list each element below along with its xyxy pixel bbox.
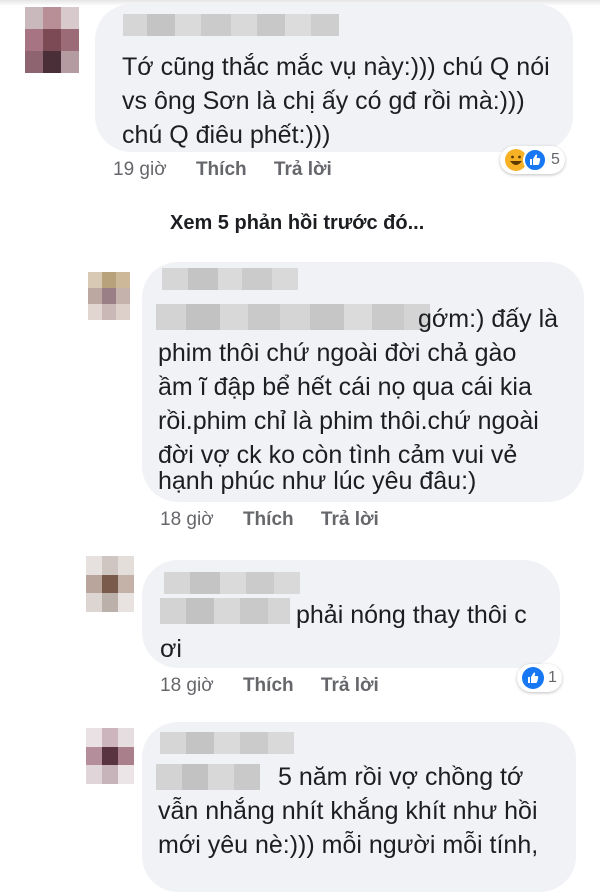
author-name-blurred[interactable] bbox=[164, 572, 300, 594]
reply-meta: 18 giờ Thích Trả lời bbox=[160, 509, 379, 531]
reply-text-line: phim thôi chứ ngoài đời chả gào bbox=[158, 339, 517, 367]
reply-text-line: vẫn nhắng nhít khắng khít như hồi bbox=[158, 797, 538, 825]
like-button[interactable]: Thích bbox=[243, 509, 294, 530]
reaction-count: 1 bbox=[548, 669, 557, 686]
reply-text-line: mới yêu nè:))) mỗi người mỗi tính, bbox=[158, 831, 539, 859]
like-reaction-icon bbox=[523, 148, 547, 172]
reaction-summary[interactable]: 5 bbox=[500, 146, 565, 174]
comment-text-line: chú Q điêu phết:))) bbox=[122, 121, 331, 149]
author-name-blurred[interactable] bbox=[162, 268, 298, 290]
reply-text-line: hạnh phúc như lúc yêu đâu:) bbox=[158, 467, 477, 495]
avatar[interactable] bbox=[86, 728, 134, 784]
reply-meta: 18 giờ Thích Trả lời bbox=[160, 675, 379, 697]
reply-text-line: ơi bbox=[160, 635, 182, 663]
reaction-count: 5 bbox=[551, 151, 560, 168]
reply-button[interactable]: Trả lời bbox=[321, 509, 379, 530]
like-reaction-icon bbox=[522, 667, 544, 689]
like-button[interactable]: Thích bbox=[196, 159, 247, 180]
reaction-summary[interactable]: 1 bbox=[517, 664, 562, 692]
reply-button[interactable]: Trả lời bbox=[321, 675, 379, 696]
author-name-blurred[interactable] bbox=[123, 14, 339, 36]
reply-text-line: 5 năm rồi vợ chồng tớ bbox=[278, 763, 524, 791]
reply-time[interactable]: 18 giờ bbox=[160, 509, 214, 530]
comment-meta: 19 giờ Thích Trả lời bbox=[113, 159, 332, 181]
comment-time[interactable]: 19 giờ bbox=[113, 159, 167, 180]
reply-text-line: ầm ĩ đập bể hết cái nọ qua cái kia bbox=[158, 373, 532, 401]
reply-button[interactable]: Trả lời bbox=[274, 159, 332, 180]
like-button[interactable]: Thích bbox=[243, 675, 294, 696]
view-previous-replies-link[interactable]: Xem 5 phản hồi trước đó... bbox=[170, 212, 424, 235]
comment-text-line: Tớ cũng thắc mắc vụ này:))) chú Q nói bbox=[122, 53, 550, 81]
blurred-text bbox=[156, 764, 260, 790]
blurred-text bbox=[156, 304, 430, 330]
comment-text-line: vs ông Sơn là chị ấy có gđ rồi mà:))) bbox=[122, 87, 525, 115]
reply-text-line: phải nóng thay thôi c bbox=[296, 601, 527, 629]
avatar[interactable] bbox=[88, 272, 130, 320]
avatar[interactable] bbox=[25, 7, 79, 73]
author-name-blurred[interactable] bbox=[160, 732, 294, 754]
reply-time[interactable]: 18 giờ bbox=[160, 675, 214, 696]
avatar[interactable] bbox=[86, 556, 134, 612]
blurred-text bbox=[160, 598, 290, 624]
reply-text-line: rồi.phim chỉ là phim thôi.chứ ngoài bbox=[158, 407, 539, 435]
reply-text-line: gớm:) đấy là bbox=[418, 305, 559, 333]
